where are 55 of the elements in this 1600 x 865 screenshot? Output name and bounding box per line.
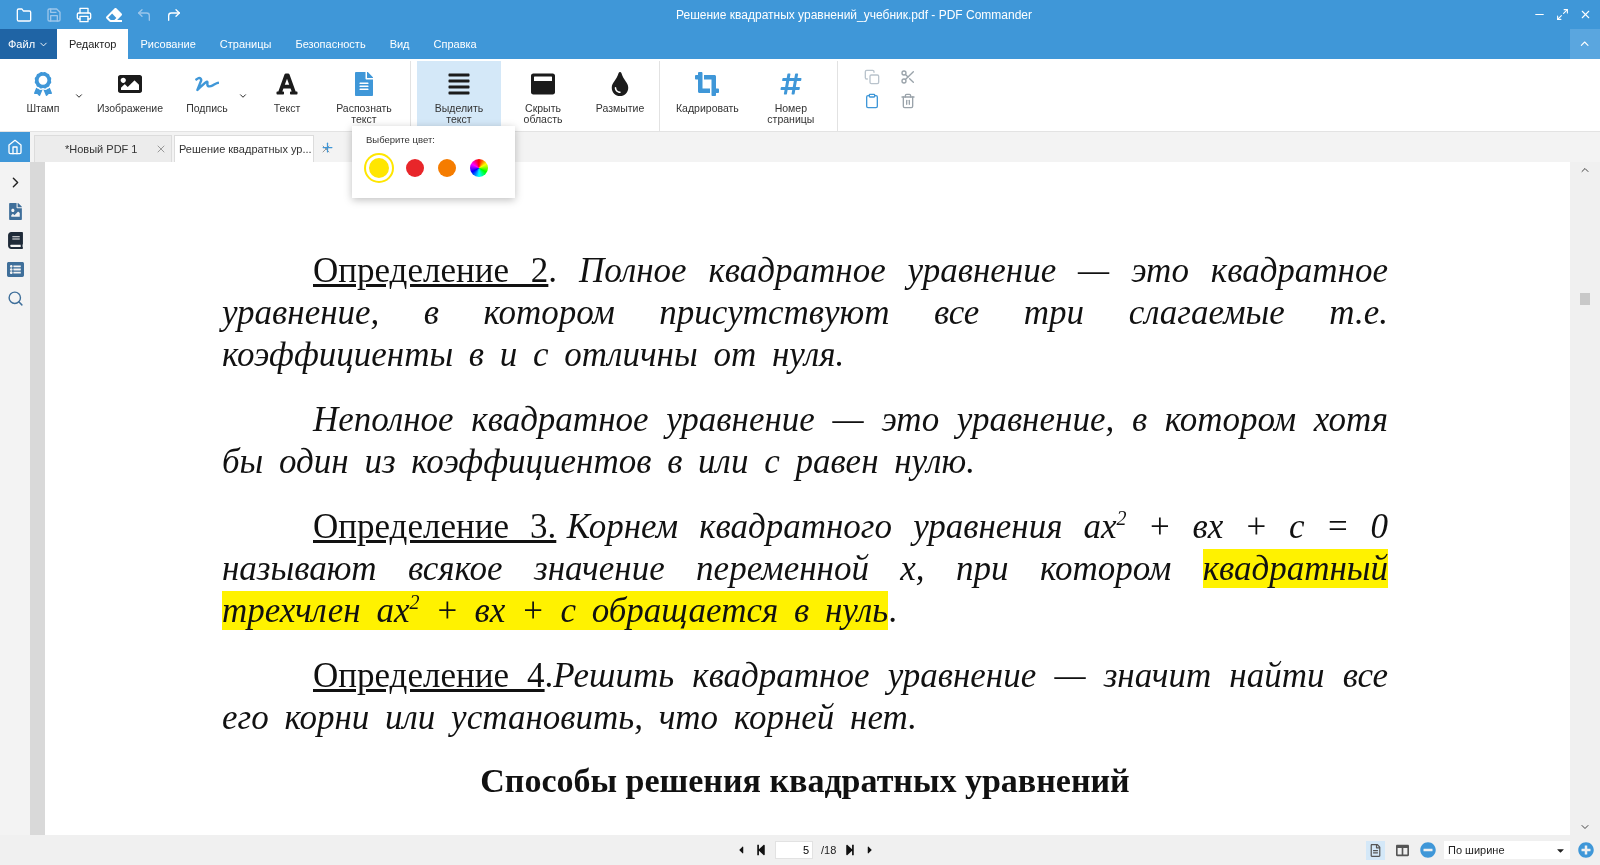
close-icon[interactable] [155,143,167,155]
single-page-view-icon[interactable] [1366,840,1385,860]
save-icon[interactable] [46,6,62,23]
paragraph: Неполное квадратное уравнение — это уравнение, в котором хотя бы один из коэффициентов в или с равен нулю. [222,399,1388,483]
home-icon [7,139,23,155]
ribbon-button[interactable]: Подпись [172,61,242,131]
zoom-in-icon[interactable] [1578,842,1594,858]
restore-icon[interactable] [1556,8,1569,21]
list-page-icon[interactable] [6,261,24,278]
window-title: Решение квадратных уравнений_учебник.pdf - PDF Commander [675,7,1033,22]
ribbon-button[interactable]: Распознать текст [322,61,406,131]
tab-title: *Новый PDF 1 [65,143,138,155]
color-swatch[interactable] [470,159,488,177]
zoom-select[interactable]: По ширине [1444,841,1570,859]
ribbon-button[interactable]: Скрыть область [501,61,585,131]
hash-icon [778,71,803,97]
ribbon-button[interactable]: Размытие [585,61,655,131]
ribbon-button[interactable]: Штамп [8,61,78,131]
close-icon[interactable] [1579,8,1592,21]
stamp-icon [31,71,55,97]
color-swatch[interactable] [366,155,392,181]
scroll-thumb[interactable] [1580,292,1590,305]
last-page-icon[interactable] [844,844,857,856]
page-total: /18 [821,844,837,856]
ribbon-button[interactable]: Изображение [88,61,172,131]
image-page-icon[interactable] [6,203,24,220]
ribbon-button[interactable]: Номер страницы [748,61,833,131]
document-icon [352,71,376,97]
ribbon-button[interactable]: Кадрировать [666,61,749,131]
paragraph: Определение 4.Решить квадратное уравнение — значит найти все его корни или установить, что корней нет. [222,655,1388,739]
undo-icon[interactable] [136,6,152,23]
color-swatch[interactable] [406,159,424,177]
page-number-field[interactable]: 5 [775,841,813,859]
folder-icon[interactable] [16,6,32,23]
search-icon[interactable] [6,290,24,307]
eraser-icon[interactable] [106,6,122,23]
document-tab[interactable]: *Новый PDF 1 [34,135,172,162]
popup-title: Выберите цвет: [366,134,436,145]
print-icon[interactable] [76,6,92,23]
lines-icon [447,71,471,97]
tab-title: Решение квадратных ур... [179,143,312,155]
section-heading: Способы решения квадратных уравнений [479,762,1131,800]
ribbon-button[interactable]: Текст [252,61,322,131]
plus-icon[interactable] [320,139,335,155]
redo-icon[interactable] [166,6,182,23]
zoom-out-icon[interactable] [1420,842,1436,858]
frame-icon [531,71,555,97]
file-menu-button[interactable]: Файл [0,29,58,59]
home-button[interactable] [0,132,30,162]
menu-tab[interactable]: Редактор [57,29,129,59]
text-icon [275,71,299,97]
crop-icon [695,71,720,97]
bookmark-book-icon[interactable] [6,232,24,249]
color-swatch[interactable] [438,159,456,177]
first-page-icon[interactable] [755,844,767,856]
